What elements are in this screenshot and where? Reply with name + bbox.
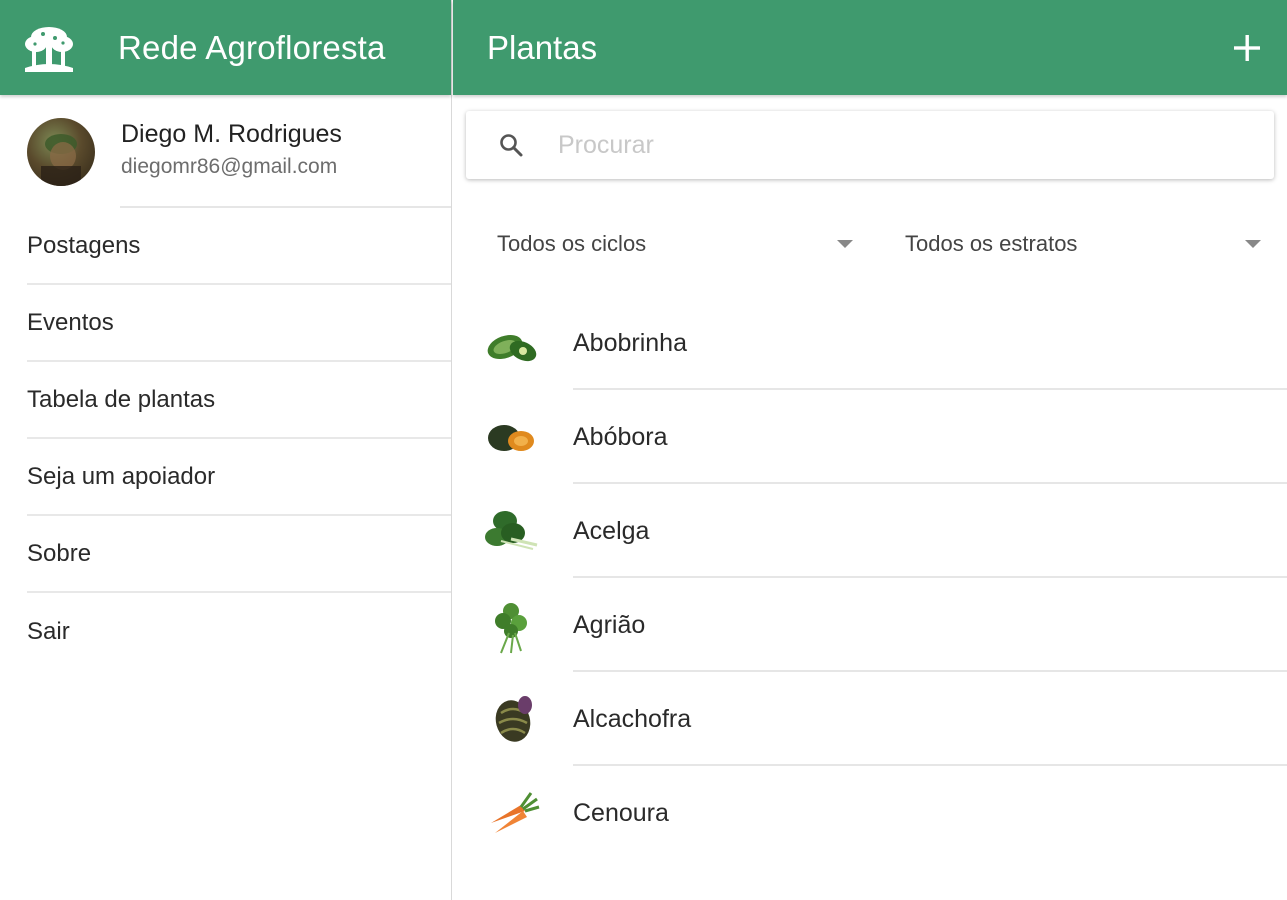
plants-page: Plantas Todos os ciclos xyxy=(453,0,1287,900)
app-title: Rede Agrofloresta xyxy=(118,28,386,66)
drawer-header: Rede Agrofloresta xyxy=(0,0,451,95)
plant-list: Abobrinha Abóbora Acelga Agrião Alcachof… xyxy=(453,296,1287,860)
pumpkin-icon xyxy=(480,404,546,470)
menu-item-postagens[interactable]: Postagens xyxy=(27,208,451,285)
cycle-filter-value: Todos os ciclos xyxy=(497,231,647,256)
plus-icon xyxy=(1234,34,1260,61)
list-item[interactable]: Agrião xyxy=(453,578,1287,672)
plant-name: Abóbora xyxy=(573,422,668,451)
avatar[interactable] xyxy=(27,117,95,186)
profile-info: Diego M. Rodrigues diegomr86@gmail.com xyxy=(121,120,342,179)
agroforest-logo-icon xyxy=(20,19,78,77)
zucchini-icon xyxy=(480,310,546,376)
search-icon xyxy=(496,130,526,160)
menu-item-sair[interactable]: Sair xyxy=(27,593,451,670)
menu-item-seja-um-apoiador[interactable]: Seja um apoiador xyxy=(27,439,451,516)
filters: Todos os ciclos Todos os estratos xyxy=(453,222,1287,266)
cycle-filter-select[interactable]: Todos os ciclos xyxy=(497,222,855,266)
app-bar: Plantas xyxy=(453,0,1287,95)
plant-name: Agrião xyxy=(573,610,646,639)
chevron-down-icon xyxy=(1245,240,1261,248)
divider xyxy=(120,206,451,208)
plant-name: Alcachofra xyxy=(573,704,692,733)
list-item[interactable]: Cenoura xyxy=(453,766,1287,860)
menu-item-sobre[interactable]: Sobre xyxy=(27,516,451,593)
app-window: Rede Agrofloresta Diego M. Rodrigues die… xyxy=(0,0,1287,900)
stratum-filter-select[interactable]: Todos os estratos xyxy=(905,222,1275,266)
plant-name: Abobrinha xyxy=(573,328,687,357)
artichoke-icon xyxy=(480,686,546,752)
list-item[interactable]: Alcachofra xyxy=(453,672,1287,766)
menu-item-eventos[interactable]: Eventos xyxy=(27,285,451,362)
profile-email: diegomr86@gmail.com xyxy=(121,155,338,178)
add-plant-button[interactable] xyxy=(1225,26,1269,70)
plant-name: Acelga xyxy=(573,516,650,545)
navigation-drawer: Rede Agrofloresta Diego M. Rodrigues die… xyxy=(0,0,452,900)
carrot-icon xyxy=(480,780,546,846)
menu-item-tabela-de-plantas[interactable]: Tabela de plantas xyxy=(27,362,451,439)
list-item[interactable]: Acelga xyxy=(453,484,1287,578)
chevron-down-icon xyxy=(837,240,853,248)
profile-name: Diego M. Rodrigues xyxy=(121,120,342,148)
search-input[interactable] xyxy=(558,130,1238,160)
list-item[interactable]: Abobrinha xyxy=(453,296,1287,390)
plant-name: Cenoura xyxy=(573,798,669,827)
user-profile[interactable]: Diego M. Rodrigues diegomr86@gmail.com xyxy=(0,95,451,208)
search-bar[interactable] xyxy=(466,111,1274,179)
drawer-menu: Postagens Eventos Tabela de plantas Seja… xyxy=(0,208,451,670)
list-item[interactable]: Abóbora xyxy=(453,390,1287,484)
chard-icon xyxy=(480,498,546,564)
stratum-filter-value: Todos os estratos xyxy=(905,231,1078,256)
page-title: Plantas xyxy=(487,28,598,66)
watercress-icon xyxy=(480,592,546,658)
